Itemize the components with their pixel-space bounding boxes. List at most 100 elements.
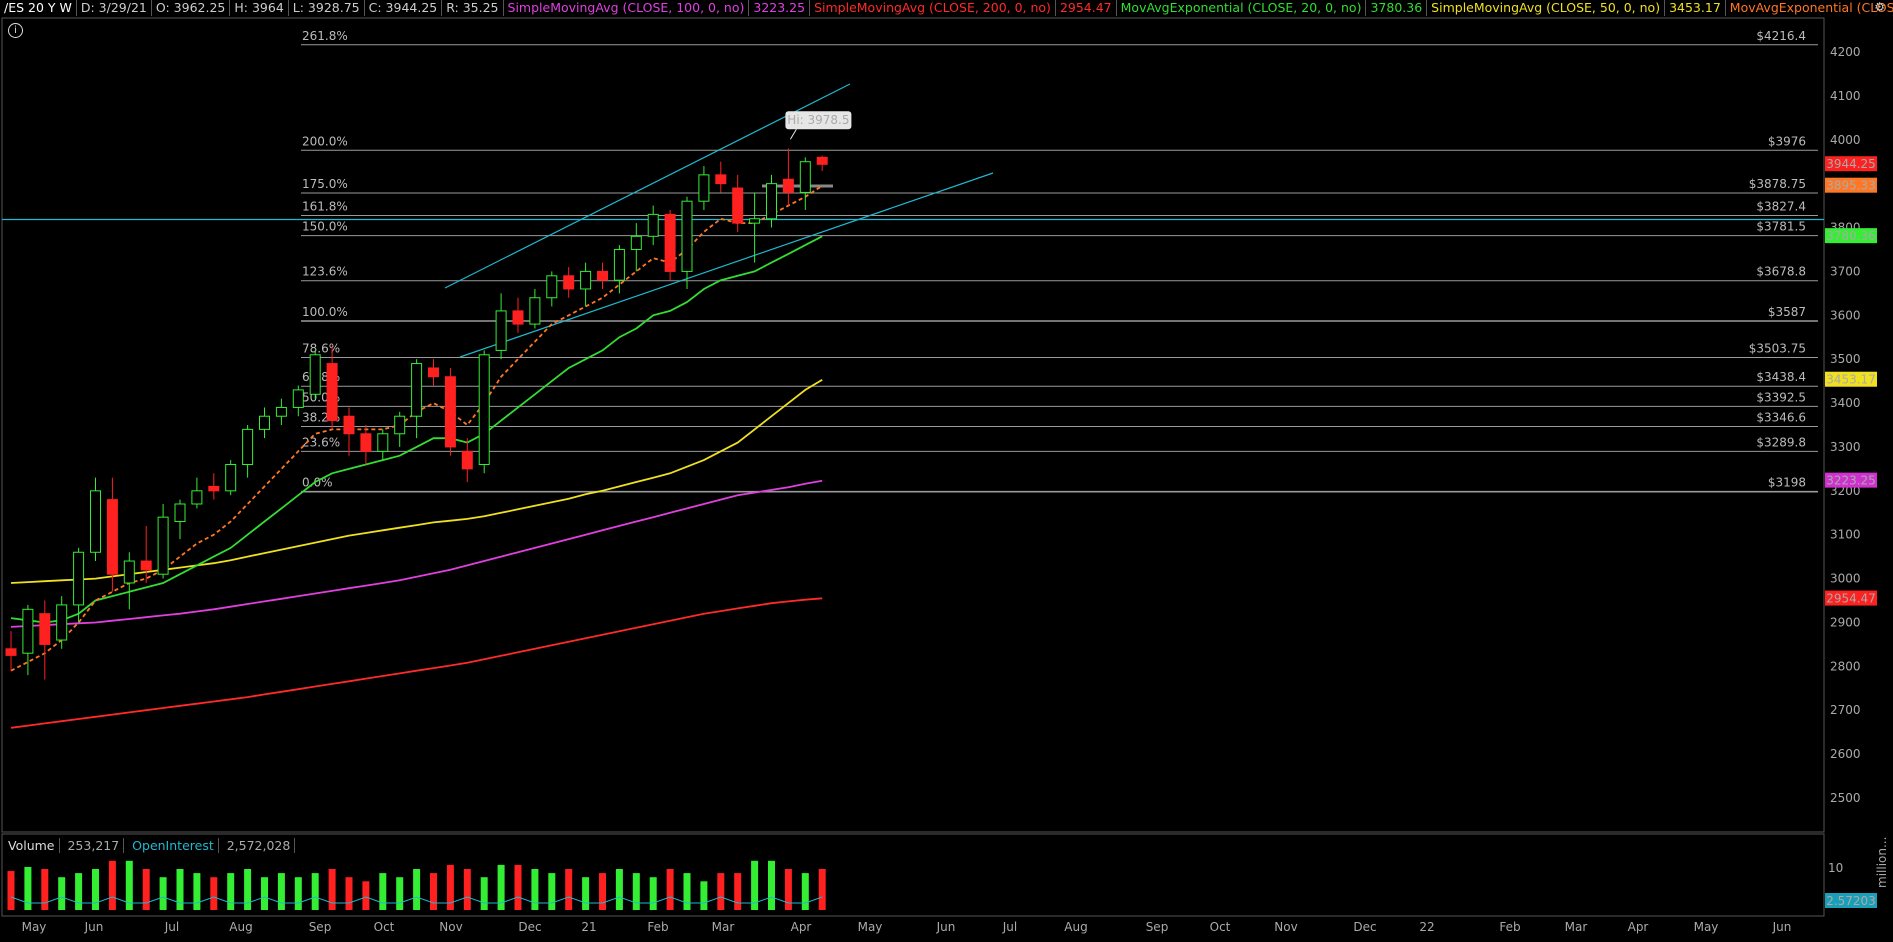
- x-tick-label: Apr: [791, 920, 812, 934]
- hi-label-pointer: [789, 128, 797, 140]
- volume-bar: [649, 877, 657, 910]
- volume-bar: [345, 877, 353, 910]
- candle-body: [664, 213, 676, 272]
- candle-body: [360, 433, 372, 452]
- volume-bar: [277, 873, 285, 910]
- candle-body: [326, 363, 338, 422]
- candle-body: [242, 428, 254, 465]
- candle-body: [681, 200, 693, 272]
- x-tick-label: May: [22, 920, 47, 934]
- volume-bar: [294, 877, 302, 910]
- candle-body: [90, 490, 101, 553]
- volume-bar: [58, 877, 66, 910]
- candle-body: [580, 270, 592, 290]
- candle-body: [766, 183, 777, 220]
- candle-body: [546, 275, 558, 299]
- volume-bar: [328, 869, 336, 910]
- fib-price-label: $3976: [1768, 134, 1806, 148]
- volume-bar: [599, 873, 606, 910]
- volume-bar: [311, 873, 319, 910]
- candle-body: [309, 354, 321, 395]
- candle-body: [816, 156, 828, 165]
- y-tick-label: 3000: [1830, 572, 1861, 586]
- channel-lower-line: [459, 172, 994, 358]
- y-tick-label: 4000: [1830, 133, 1861, 147]
- volume-bar: [159, 877, 167, 910]
- volume-tick-label: 10: [1828, 861, 1843, 875]
- fib-price-label: $3289.8: [1756, 435, 1806, 449]
- volume-header: Volume 253,217 OpenInterest 2,572,028: [4, 838, 296, 853]
- candle-body: [208, 485, 220, 492]
- fib-price-label: $3781.5: [1756, 220, 1806, 234]
- volume-bar: [801, 873, 809, 910]
- volume-bar: [615, 869, 623, 910]
- volume-bar: [413, 869, 421, 910]
- candle-body: [799, 161, 811, 193]
- candle-body: [275, 406, 287, 417]
- open-interest-label: OpenInterest: [128, 838, 219, 853]
- candle-body: [292, 389, 304, 408]
- volume-bar: [379, 873, 387, 910]
- volume-bar: [700, 881, 708, 910]
- candle-body: [140, 560, 152, 571]
- fib-pct-label: 100.0%: [302, 305, 348, 319]
- candle-body: [225, 463, 237, 492]
- candle-body: [157, 516, 169, 575]
- y-tick-label: 2900: [1830, 615, 1861, 629]
- volume-bar: [463, 869, 471, 910]
- volume-bar: [24, 866, 32, 910]
- x-tick-label: Nov: [1274, 920, 1297, 934]
- oi-tag-label: 2.57203: [1826, 894, 1876, 908]
- x-tick-label: Feb: [647, 920, 668, 934]
- volume-bar: [362, 881, 370, 910]
- price-tag-label: 3895.33: [1826, 179, 1876, 193]
- volume-bar: [108, 860, 116, 910]
- price-tag-label: 2954.47: [1826, 592, 1876, 606]
- x-tick-label: Mar: [1565, 920, 1588, 934]
- volume-bar: [734, 873, 742, 910]
- x-tick-label: Sep: [309, 920, 332, 934]
- price-tag-label: 3780.36: [1826, 229, 1876, 243]
- volume-bar: [75, 873, 83, 910]
- volume-bar: [784, 869, 792, 910]
- fib-pct-label: 261.8%: [302, 29, 348, 43]
- volume-bar: [176, 869, 184, 910]
- x-tick-label: Aug: [229, 920, 252, 934]
- fib-price-label: $3392.5: [1756, 390, 1806, 404]
- candle-body: [56, 604, 68, 641]
- volume-bar: [244, 869, 252, 910]
- x-tick-label: Jun: [84, 920, 104, 934]
- fib-price-label: $3503.75: [1749, 342, 1806, 356]
- volume-bar: [142, 869, 150, 910]
- fib-price-label: $3827.4: [1756, 200, 1806, 214]
- volume-bar: [480, 877, 488, 910]
- price-tag-label: 3223.25: [1826, 474, 1876, 488]
- candle-body: [630, 235, 642, 250]
- candle-body: [394, 415, 406, 435]
- fib-pct-label: 161.8%: [302, 200, 348, 214]
- volume-bar: [531, 869, 539, 910]
- candle-body: [377, 433, 389, 452]
- candle-body: [461, 450, 473, 470]
- sma100-line: [10, 479, 823, 628]
- fib-price-label: $3878.75: [1749, 177, 1806, 191]
- volume-bar: [227, 873, 235, 910]
- y-tick-label: 3700: [1830, 264, 1861, 278]
- fib-price-label: $3678.8: [1756, 265, 1806, 279]
- x-tick-label: 21: [581, 920, 596, 934]
- candle-body: [428, 367, 439, 378]
- y-tick-label: 2800: [1830, 659, 1861, 673]
- hi-label: Hi: 3978.5: [787, 113, 849, 127]
- fib-price-label: $4216.4: [1756, 29, 1806, 43]
- candle-body: [123, 560, 135, 584]
- volume-bar: [717, 873, 725, 910]
- candle-body: [191, 490, 203, 505]
- price-chart[interactable]: 2500260027002800290030003100320033003400…: [0, 0, 1893, 942]
- candle-body: [613, 248, 625, 281]
- candle-body: [529, 297, 541, 325]
- volume-bar: [210, 877, 218, 910]
- candle-body: [698, 174, 710, 202]
- x-tick-label: Jul: [164, 920, 179, 934]
- candle-body: [5, 648, 17, 656]
- y-tick-label: 3600: [1830, 308, 1861, 322]
